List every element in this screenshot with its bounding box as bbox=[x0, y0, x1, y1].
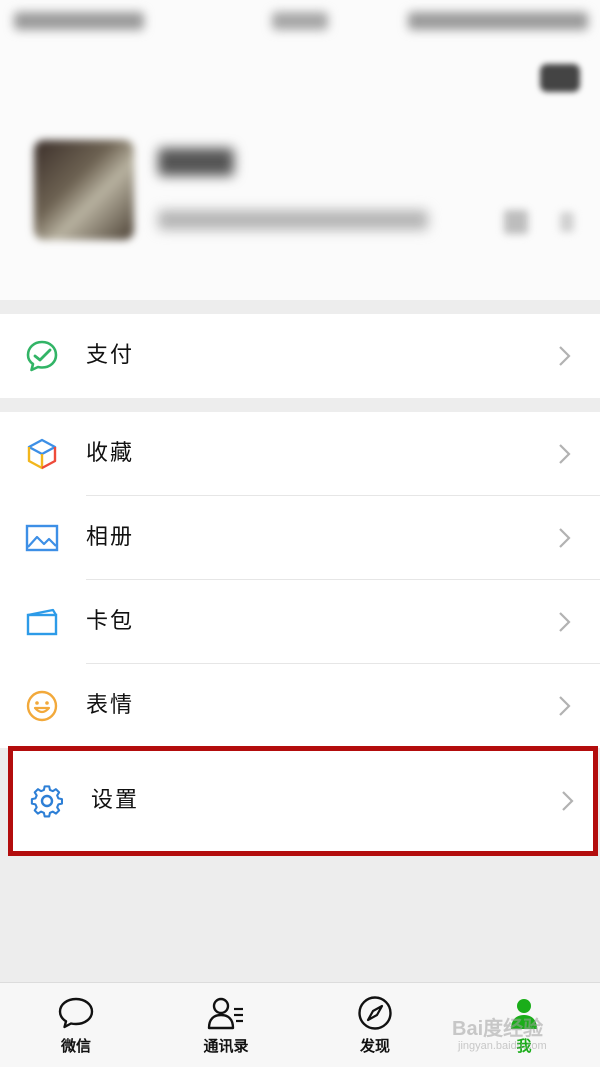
tab-label: 我 bbox=[516, 1037, 532, 1055]
smiley-icon bbox=[24, 688, 60, 724]
menu-item-album[interactable]: 相册 bbox=[0, 496, 600, 580]
photo-album-icon bbox=[24, 520, 60, 556]
main-menu-group: 收藏 相册 卡包 表情 bbox=[0, 412, 600, 748]
compass-icon bbox=[355, 995, 395, 1031]
wechat-id bbox=[158, 210, 428, 230]
tab-contacts[interactable]: 通讯录 bbox=[166, 983, 286, 1067]
tab-discover[interactable]: 发现 bbox=[315, 983, 435, 1067]
chevron-right-icon bbox=[554, 527, 576, 549]
qr-code-icon[interactable] bbox=[504, 210, 528, 234]
menu-item-settings[interactable]: 设置 bbox=[13, 759, 593, 843]
battery-icon bbox=[408, 12, 588, 30]
menu-item-favorites[interactable]: 收藏 bbox=[0, 412, 600, 496]
favorites-cube-icon bbox=[24, 436, 60, 472]
me-icon bbox=[504, 995, 544, 1031]
bottom-tab-bar: 微信 通讯录 发现 我 bbox=[0, 982, 600, 1067]
menu-label-settings: 设置 bbox=[91, 788, 140, 813]
gear-icon bbox=[29, 783, 65, 819]
chevron-right-icon bbox=[554, 345, 576, 367]
menu-item-cards[interactable]: 卡包 bbox=[0, 580, 600, 664]
contacts-icon bbox=[206, 995, 246, 1031]
profile-name bbox=[158, 148, 234, 176]
chevron-right-icon bbox=[557, 790, 579, 812]
camera-icon[interactable] bbox=[540, 64, 580, 92]
tab-label: 通讯录 bbox=[203, 1037, 249, 1055]
menu-label-stickers: 表情 bbox=[86, 693, 135, 718]
menu-label-album: 相册 bbox=[86, 525, 135, 550]
menu-label-favorites: 收藏 bbox=[86, 441, 135, 466]
menu-item-pay[interactable]: 支付 bbox=[0, 314, 600, 398]
chevron-right-icon bbox=[554, 695, 576, 717]
chat-bubble-icon bbox=[56, 995, 96, 1031]
profile-header[interactable] bbox=[0, 0, 600, 300]
tab-label: 发现 bbox=[359, 1037, 390, 1055]
menu-item-stickers[interactable]: 表情 bbox=[0, 664, 600, 748]
tab-me[interactable]: 我 bbox=[464, 983, 584, 1067]
chevron-right-icon[interactable] bbox=[560, 212, 574, 232]
chevron-right-icon bbox=[554, 443, 576, 465]
avatar[interactable] bbox=[34, 140, 134, 240]
menu-label-pay: 支付 bbox=[86, 343, 135, 368]
carrier-signal-icon bbox=[14, 12, 144, 30]
menu-label-cards: 卡包 bbox=[86, 609, 135, 634]
card-wallet-icon bbox=[24, 604, 60, 640]
status-bar bbox=[0, 0, 600, 44]
pay-group: 支付 bbox=[0, 314, 600, 398]
settings-highlight-frame: 设置 bbox=[8, 746, 598, 856]
tab-label: 微信 bbox=[60, 1037, 91, 1055]
chevron-right-icon bbox=[554, 611, 576, 633]
tab-chats[interactable]: 微信 bbox=[16, 983, 136, 1067]
wechat-pay-icon bbox=[24, 338, 60, 374]
clock bbox=[272, 12, 328, 30]
